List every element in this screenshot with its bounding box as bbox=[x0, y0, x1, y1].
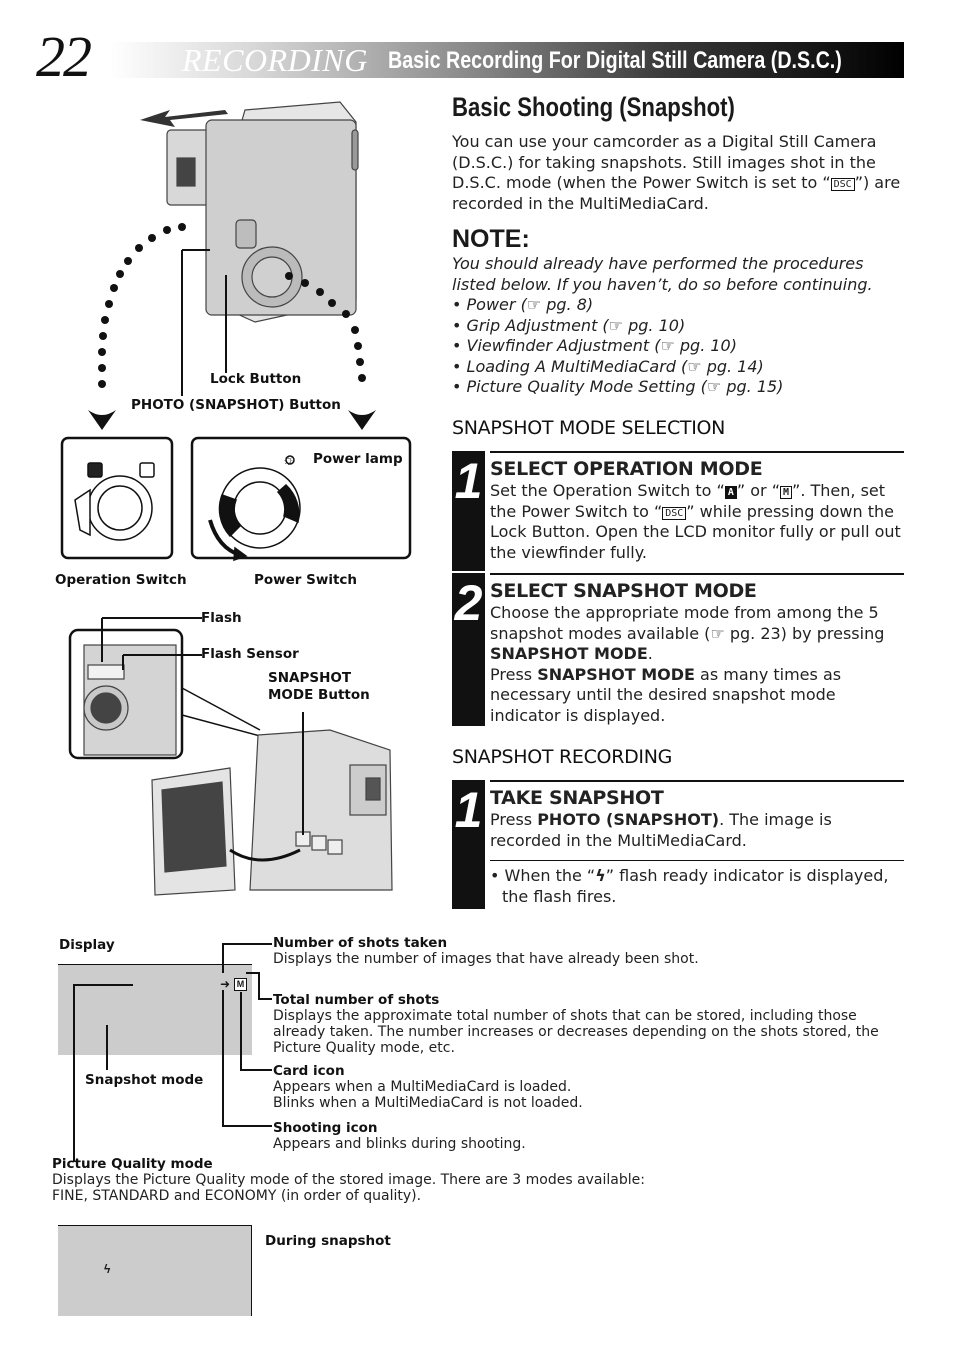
step-number: 1 bbox=[454, 782, 483, 838]
step-select-snapshot-mode: 2 SELECT SNAPSHOT MODE Choose the approp… bbox=[452, 573, 904, 726]
display-label: Display bbox=[59, 937, 115, 953]
step-text: Choose the appropriate mode from among t… bbox=[490, 603, 904, 726]
text: When the “ bbox=[504, 866, 596, 885]
divider bbox=[490, 860, 904, 861]
callout-title: Picture Quality mode bbox=[52, 1156, 213, 1172]
leader-line bbox=[240, 992, 242, 1070]
note-heading: NOTE: bbox=[452, 225, 530, 253]
text: Set the Operation Switch to “ bbox=[490, 481, 725, 500]
text: ” or “ bbox=[736, 481, 780, 500]
leader-line bbox=[240, 1069, 272, 1071]
flash-sensor-label: Flash Sensor bbox=[201, 646, 299, 662]
step-rule bbox=[490, 780, 904, 782]
callout-card-icon: Card icon Appears when a MultiMediaCard … bbox=[273, 1063, 913, 1111]
callout-text: Blinks when a MultiMediaCard is not load… bbox=[273, 1095, 583, 1111]
leader-line bbox=[258, 972, 260, 1000]
step-title: SELECT SNAPSHOT MODE bbox=[490, 580, 757, 602]
flash-note: • When the “ϟ” flash ready indicator is … bbox=[490, 866, 889, 906]
leader-line bbox=[222, 943, 272, 945]
step-take-snapshot: 1 TAKE SNAPSHOT Press PHOTO (SNAPSHOT). … bbox=[452, 780, 904, 909]
note-body: You should already have performed the pr… bbox=[452, 254, 912, 398]
step-rule bbox=[490, 451, 904, 453]
flash-icon: ϟ bbox=[595, 866, 606, 885]
callout-text: Appears when a MultiMediaCard is loaded. bbox=[273, 1079, 572, 1095]
recording-heading: SNAPSHOT RECORDING bbox=[452, 746, 673, 768]
text: Choose the appropriate mode from among t… bbox=[490, 603, 885, 643]
leader-line bbox=[73, 984, 75, 1162]
text: . bbox=[647, 644, 653, 663]
callout-title: Shooting icon bbox=[273, 1120, 378, 1136]
intro-paragraph: You can use your camcorder as a Digital … bbox=[452, 132, 912, 214]
operation-switch-label: Operation Switch bbox=[55, 572, 187, 588]
list-item: Loading A MultiMediaCard (☞ pg. 14) bbox=[452, 357, 912, 378]
power-switch-label: Power Switch bbox=[254, 572, 358, 588]
dsc-icon: DSC bbox=[662, 506, 687, 520]
shooting-arrow-icon: ➜ bbox=[220, 977, 231, 991]
lcd-display-during-snapshot bbox=[58, 1225, 252, 1316]
manual-mode-icon: M bbox=[780, 486, 793, 499]
leader-line bbox=[222, 943, 224, 973]
step-title: TAKE SNAPSHOT bbox=[490, 787, 664, 809]
list-item: Picture Quality Mode Setting (☞ pg. 15) bbox=[452, 377, 912, 398]
callout-text: Displays the approximate total number of… bbox=[273, 1008, 879, 1056]
text: Press bbox=[490, 664, 538, 684]
leader-line bbox=[73, 984, 133, 986]
bold-text: SNAPSHOT MODE bbox=[490, 644, 648, 663]
callout-shots-taken: Number of shots taken Displays the numbe… bbox=[273, 935, 913, 967]
lock-button-label: Lock Button bbox=[210, 371, 302, 387]
intro-text: You can use your camcorder as a Digital … bbox=[452, 132, 877, 192]
auto-mode-icon: A bbox=[724, 486, 737, 499]
leader-line bbox=[258, 998, 272, 1000]
dsc-icon: DSC bbox=[830, 178, 855, 191]
leader-line bbox=[222, 990, 224, 1126]
callout-shooting-icon: Shooting icon Appears and blinks during … bbox=[273, 1120, 913, 1152]
flash-icon: ϟ bbox=[104, 1262, 111, 1276]
callout-text: Displays the Picture Quality mode of the… bbox=[52, 1172, 645, 1188]
leader-line bbox=[222, 1125, 272, 1127]
snapshot-mode-button-label: SNAPSHOT MODE Button bbox=[268, 670, 370, 704]
power-lamp-label: Power lamp bbox=[313, 451, 403, 467]
camera-front-closeup bbox=[83, 644, 177, 756]
section-title: RECORDING bbox=[182, 42, 368, 78]
main-heading: Basic Shooting (Snapshot) bbox=[452, 92, 735, 122]
step-rule bbox=[490, 573, 904, 575]
step-select-operation-mode: 1 SELECT OPERATION MODE Set the Operatio… bbox=[452, 451, 904, 571]
snapshot-mode-label: Snapshot mode bbox=[85, 1072, 204, 1088]
camera-top-view bbox=[166, 101, 359, 323]
list-item: Viewfinder Adjustment (☞ pg. 10) bbox=[452, 336, 912, 357]
callout-title: Total number of shots bbox=[273, 992, 440, 1008]
power-lamp-icon: ☼ bbox=[282, 451, 295, 467]
card-icon: M bbox=[234, 978, 247, 991]
prerequisite-list: Power (☞ pg. 8) Grip Adjustment (☞ pg. 1… bbox=[452, 295, 912, 398]
page-number: 22 bbox=[36, 24, 92, 89]
callout-text: Appears and blinks during shooting. bbox=[273, 1136, 526, 1152]
list-item: Grip Adjustment (☞ pg. 10) bbox=[452, 316, 912, 337]
step-title: SELECT OPERATION MODE bbox=[490, 458, 763, 480]
camcorder-illustration bbox=[60, 101, 412, 896]
flash-label: Flash bbox=[201, 610, 242, 626]
callout-title: Number of shots taken bbox=[273, 935, 448, 951]
bold-text: PHOTO (SNAPSHOT) bbox=[537, 810, 720, 829]
leader-line bbox=[106, 1025, 108, 1070]
step-number: 1 bbox=[454, 453, 483, 509]
text: Press bbox=[490, 810, 538, 829]
step-number: 2 bbox=[454, 575, 483, 631]
photo-button-label: PHOTO (SNAPSHOT) Button bbox=[131, 397, 341, 413]
callout-picture-quality: Picture Quality mode Displays the Pictur… bbox=[52, 1156, 752, 1204]
step-text: Press PHOTO (SNAPSHOT). The image is rec… bbox=[490, 810, 904, 851]
callout-text: FINE, STANDARD and ECONOMY (in order of … bbox=[52, 1188, 422, 1204]
note-text: You should already have performed the pr… bbox=[452, 254, 873, 294]
callout-text: Displays the number of images that have … bbox=[273, 951, 699, 967]
camera-lcd-open bbox=[151, 729, 393, 896]
callout-total-shots: Total number of shots Displays the appro… bbox=[273, 992, 913, 1056]
bold-text: SNAPSHOT MODE bbox=[537, 664, 695, 684]
step-text: Set the Operation Switch to “A” or “M”. … bbox=[490, 481, 904, 563]
mode-selection-heading: SNAPSHOT MODE SELECTION bbox=[452, 417, 726, 439]
during-snapshot-label: During snapshot bbox=[265, 1233, 391, 1249]
list-item: Power (☞ pg. 8) bbox=[452, 295, 912, 316]
callout-title: Card icon bbox=[273, 1063, 345, 1079]
label-line: SNAPSHOT bbox=[268, 670, 352, 686]
page-subtitle: Basic Recording For Digital Still Camera… bbox=[388, 47, 842, 74]
label-line: MODE Button bbox=[268, 687, 370, 703]
